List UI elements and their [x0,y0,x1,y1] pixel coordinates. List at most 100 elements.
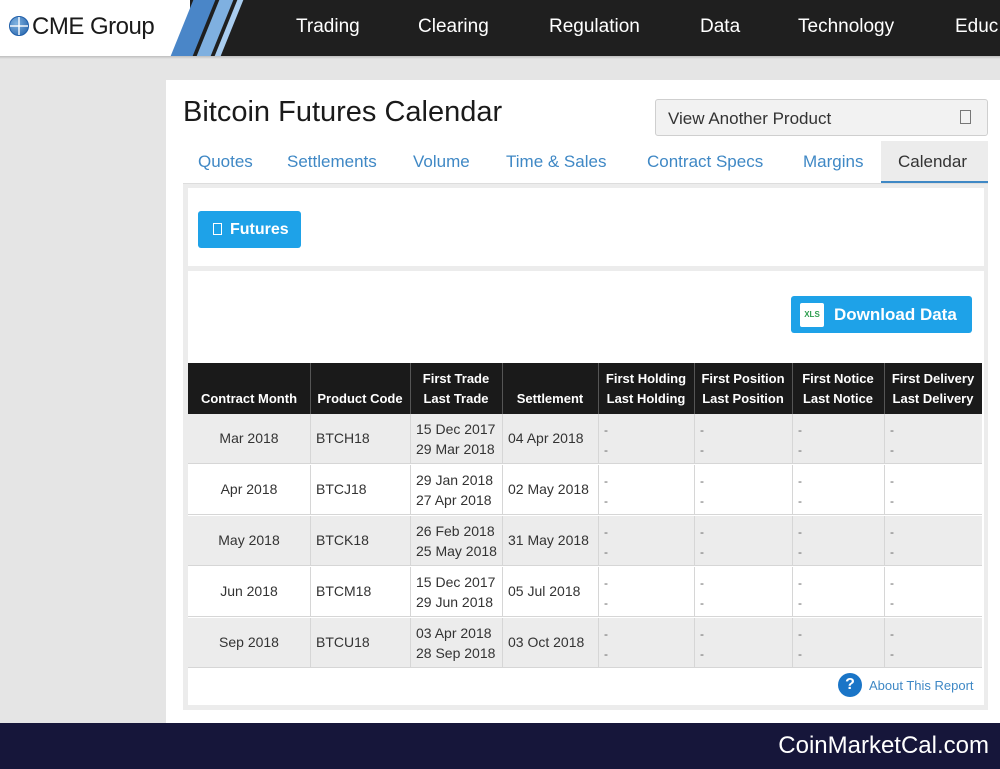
settlement-date: 02 May 2018 [508,481,589,497]
empty-value: - [890,545,894,559]
empty-value: - [604,423,608,437]
column-separator [410,516,411,566]
futures-filter-button[interactable]: Futures [198,211,301,248]
product-code: BTCU18 [316,634,370,650]
last-trade-date: 29 Jun 2018 [416,594,494,610]
column-separator [502,465,503,515]
table-cell: 04 Apr 2018 [502,414,598,464]
empty-value: - [700,423,704,437]
table-cell: BTCU18 [310,618,410,668]
nav-item-regulation[interactable]: Regulation [549,16,640,38]
view-another-product-button[interactable]: View Another Product [655,99,988,136]
empty-value: - [700,596,704,610]
column-separator [502,567,503,617]
product-code: BTCJ18 [316,481,367,497]
empty-value: - [798,545,802,559]
column-header: First Delivery Last Delivery [884,363,982,414]
table-cell: -- [884,567,982,617]
tab-contract-specs[interactable]: Contract Specs [647,152,763,172]
last-trade-date: 29 Mar 2018 [416,441,495,457]
empty-value: - [890,576,894,590]
column-header-label: First Notice [802,371,874,386]
empty-value: - [604,494,608,508]
empty-value: - [604,443,608,457]
nav-shadow [0,56,1000,59]
column-header-label: Last Holding [606,391,686,406]
tab-settlements[interactable]: Settlements [287,152,377,172]
column-header: First Holding Last Holding [598,363,694,414]
table-row: May 2018 BTCK18 26 Feb 2018 25 May 2018 31 M… [188,516,982,566]
table-cell: 15 Dec 2017 29 Jun 2018 [410,567,502,617]
table-cell: 15 Dec 2017 29 Mar 2018 [410,414,502,464]
settlement-date: 31 May 2018 [508,532,589,548]
table-cell: -- [598,516,694,566]
empty-value: - [890,525,894,539]
empty-value: - [604,525,608,539]
nav-item-education[interactable]: Educ [955,16,998,38]
table-cell: 31 May 2018 [502,516,598,566]
table-row: Jun 2018 BTCM18 15 Dec 2017 29 Jun 2018 05 J… [188,567,982,617]
futures-icon [213,223,222,235]
table-cell: -- [792,618,884,668]
first-trade-date: 26 Feb 2018 [416,523,495,539]
product-code: BTCM18 [316,583,372,599]
tab-quotes[interactable]: Quotes [198,152,253,172]
table-cell: Apr 2018 [188,465,310,515]
tab-time-and-sales[interactable]: Time & Sales [506,152,606,172]
download-data-button[interactable]: XLS Download Data [791,296,972,333]
empty-value: - [798,494,802,508]
empty-value: - [700,627,704,641]
tab-margins[interactable]: Margins [803,152,863,172]
column-header-label: Settlement [516,391,584,406]
column-header: Contract Month [188,363,310,414]
empty-value: - [700,474,704,488]
nav-item-data[interactable]: Data [700,16,740,38]
page-title: Bitcoin Futures Calendar [183,96,503,128]
table-cell: 05 Jul 2018 [502,567,598,617]
column-separator [694,567,695,617]
table-cell: Mar 2018 [188,414,310,464]
logo-area[interactable]: CME Group [0,0,190,56]
table-header: Contract Month Product Code First Trade Las… [188,363,982,414]
filter-box [188,188,984,266]
column-separator [792,567,793,617]
top-navigation: CME Group Trading Clearing Regulation Da… [0,0,1000,56]
empty-value: - [798,443,802,457]
contract-month: Apr 2018 [220,481,278,497]
column-separator [884,465,885,515]
first-trade-date: 15 Dec 2017 [416,574,496,590]
nav-item-technology[interactable]: Technology [798,16,894,38]
column-separator [502,414,503,464]
empty-value: - [890,423,894,437]
tab-volume[interactable]: Volume [413,152,470,172]
column-separator [884,618,885,668]
logo-text: CME Group [32,13,155,40]
view-another-product-label: View Another Product [668,109,832,128]
nav-item-clearing[interactable]: Clearing [418,16,489,38]
header-separator [598,363,599,414]
empty-value: - [798,596,802,610]
column-separator [598,567,599,617]
table-cell: 29 Jan 2018 27 Apr 2018 [410,465,502,515]
product-code: BTCK18 [316,532,369,548]
nav-item-trading[interactable]: Trading [296,16,360,38]
column-header-label: First Trade [422,371,490,386]
tab-calendar[interactable]: Calendar [898,152,967,172]
first-trade-date: 15 Dec 2017 [416,421,496,437]
table-cell: -- [694,567,792,617]
table-cell: -- [694,516,792,566]
column-header: Settlement [502,363,598,414]
column-header: First Notice Last Notice [792,363,884,414]
header-separator [410,363,411,414]
table-cell: -- [598,465,694,515]
column-header-label: Contract Month [200,391,298,406]
column-separator [694,414,695,464]
empty-value: - [604,596,608,610]
table-cell: BTCM18 [310,567,410,617]
header-separator [310,363,311,414]
table-row: Apr 2018 BTCJ18 29 Jan 2018 27 Apr 2018 02 M… [188,465,982,515]
table-row: Mar 2018 BTCH18 15 Dec 2017 29 Mar 2018 04 A… [188,414,982,464]
column-separator [310,618,311,668]
column-separator [884,516,885,566]
column-header: Product Code [310,363,410,414]
